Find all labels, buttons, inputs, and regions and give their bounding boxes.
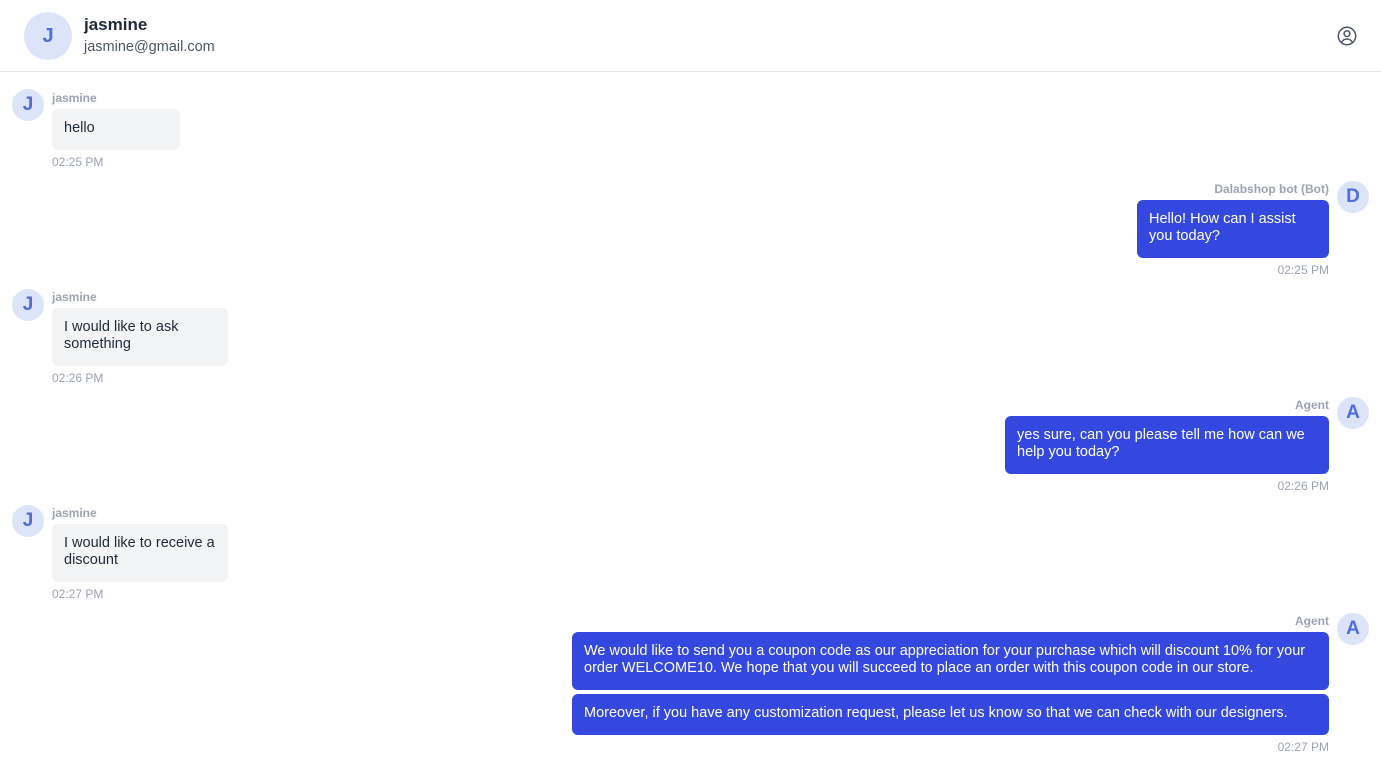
chat-header: J jasmine jasmine@gmail.com [0,0,1381,72]
message-time: 02:25 PM [52,155,104,169]
message-time: 02:25 PM [1277,263,1329,277]
avatar: A [1337,397,1369,429]
avatar: D [1337,181,1369,213]
user-circle-icon[interactable] [1336,25,1358,47]
message-bubble-outgoing: We would like to send you a coupon code … [572,632,1329,690]
message-time: 02:27 PM [52,587,104,601]
avatar: J [12,289,44,321]
message-bubble-incoming: hello [52,109,180,150]
message-bubble-incoming: I would like to ask something [52,308,228,366]
message-bubble-incoming: I would like to receive a discount [52,524,228,582]
avatar: J [12,505,44,537]
message-sender: jasmine [52,506,97,520]
message-sender: jasmine [52,290,97,304]
message-time: 02:26 PM [52,371,104,385]
user-name: jasmine [84,15,148,34]
avatar: J [12,89,44,121]
message-bubble-outgoing: Moreover, if you have any customization … [572,694,1329,735]
message-bubble-outgoing: yes sure, can you please tell me how can… [1005,416,1329,474]
message-bubble-outgoing: Hello! How can I assist you today? [1137,200,1329,258]
message-sender: Dalabshop bot (Bot) [1214,182,1329,196]
user-email: jasmine@gmail.com [84,39,215,55]
message-time: 02:26 PM [1277,479,1329,493]
message-sender: jasmine [52,91,97,105]
avatar: J [24,12,72,60]
message-sender: Agent [1295,614,1329,628]
message-time: 02:27 PM [1277,740,1329,754]
avatar: A [1337,613,1369,645]
message-sender: Agent [1295,398,1329,412]
